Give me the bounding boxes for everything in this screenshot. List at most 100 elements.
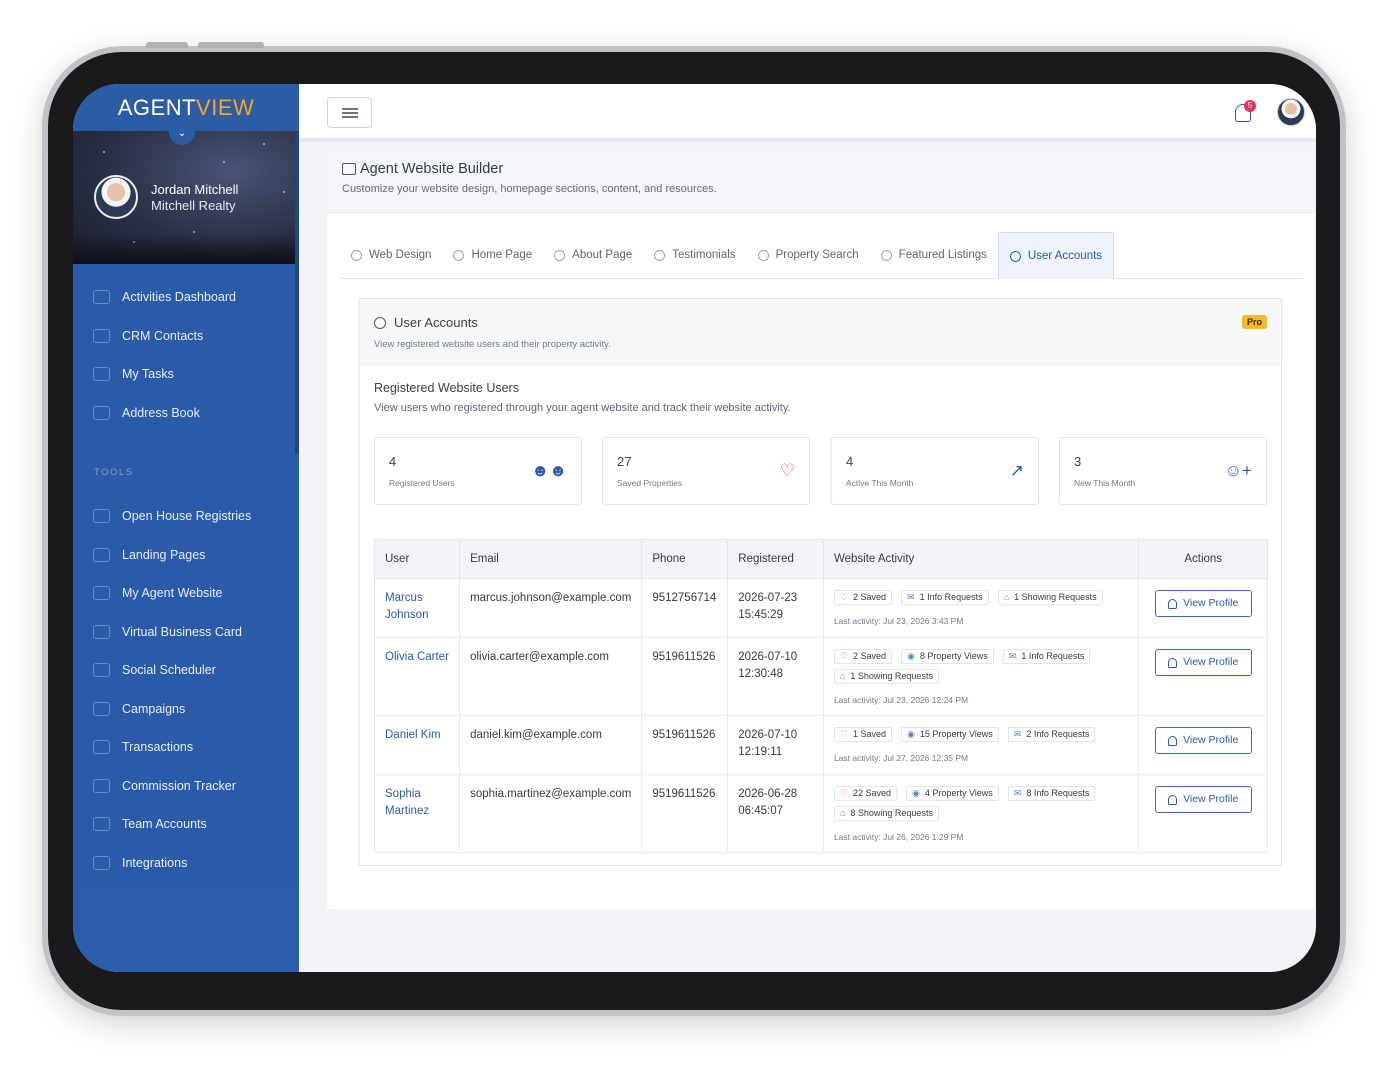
- sidebar-item-team-accounts[interactable]: Team Accounts: [73, 805, 299, 844]
- page-title-text: Agent Website Builder: [360, 161, 504, 177]
- sidebar-item-campaigns[interactable]: Campaigns: [73, 690, 299, 729]
- sidebar-item-label: Activities Dashboard: [122, 290, 236, 305]
- view-profile-button[interactable]: View Profile: [1154, 786, 1252, 813]
- user-name-link[interactable]: Marcus Johnson: [374, 578, 461, 638]
- tab-user-accounts[interactable]: User Accounts: [997, 232, 1115, 279]
- sidebar-item-address-book[interactable]: Address Book: [73, 394, 299, 433]
- sidebar-item-my-tasks[interactable]: My Tasks: [73, 355, 299, 394]
- sidebar-item-label: Open House Registries: [122, 509, 252, 524]
- sidebar-item-landing-pages[interactable]: Landing Pages: [73, 536, 299, 575]
- column-header-website-activity[interactable]: Website Activity: [823, 539, 1140, 579]
- home-icon: ⌂: [1003, 592, 1010, 602]
- sidebar-item-integrations[interactable]: Integrations: [73, 844, 299, 883]
- sidebar-scrollbar[interactable]: [295, 132, 299, 454]
- user-accounts-card: User Accounts View registered website us…: [359, 298, 1282, 866]
- last-activity: Last activity: Jul 23, 2026 12:24 PM: [833, 695, 969, 705]
- tab-property-search[interactable]: Property Search: [747, 232, 870, 278]
- column-header-registered[interactable]: Registered: [727, 539, 824, 579]
- brand-logo[interactable]: AGENT VIEW: [73, 84, 299, 131]
- user-name-link[interactable]: Sophia Martinez: [374, 774, 461, 853]
- user-icon: [554, 249, 566, 261]
- chip-text: 2 Info Requests: [1026, 729, 1090, 739]
- volume-button: [146, 42, 188, 48]
- tab-testimonials[interactable]: Testimonials: [643, 232, 746, 278]
- user-icon: [654, 249, 666, 261]
- sidebar-item-commission-tracker[interactable]: Commission Tracker: [73, 767, 299, 806]
- view-profile-button[interactable]: View Profile: [1154, 590, 1252, 617]
- tab-home-page[interactable]: Home Page: [442, 232, 543, 278]
- sidebar-item-activities-dashboard[interactable]: Activities Dashboard: [73, 278, 299, 317]
- user-name-link[interactable]: Olivia Carter: [374, 637, 461, 716]
- main-content: Agent Website Builder Customize your web…: [327, 146, 1314, 909]
- view-profile-button[interactable]: View Profile: [1154, 727, 1252, 754]
- column-header-user[interactable]: User: [374, 539, 461, 579]
- last-activity: Last activity: Jul 26, 2026 1:29 PM: [833, 832, 964, 842]
- sidebar-item-social-scheduler[interactable]: Social Scheduler: [73, 651, 299, 690]
- sidebar-main-nav: Activities Dashboard CRM Contacts My Tas…: [73, 278, 299, 432]
- sidebar-item-my-agent-website[interactable]: My Agent Website: [73, 574, 299, 613]
- website-activity: ♡ 22 Saved ◉ 4 Property Views ✉ 8 Info Requ…: [823, 774, 1140, 853]
- eye-icon: ◉: [907, 729, 915, 739]
- heart-icon: ♡: [839, 592, 849, 602]
- tab-about-page[interactable]: About Page: [543, 232, 643, 278]
- table-row: Sophia Martinez sophia.martinez@example.…: [374, 774, 1268, 853]
- sidebar-item-crm-contacts[interactable]: CRM Contacts: [73, 317, 299, 356]
- mail-icon: ✉: [907, 592, 915, 602]
- last-activity: Last activity: Jul 27, 2026 12:35 PM: [833, 753, 969, 763]
- sidebar-item-label: Transactions: [122, 740, 194, 755]
- profile-banner: ⌄ Jordan Mitchell Mitchell Realty: [73, 131, 299, 264]
- column-header-phone[interactable]: Phone: [641, 539, 729, 579]
- table-header-row: User Email Phone Registered Website Acti…: [374, 539, 1268, 579]
- menu-toggle-button[interactable]: [327, 97, 372, 128]
- website-activity: ♡ 2 Saved ◉ 8 Property Views ✉ 1 Info Reque…: [823, 637, 1140, 716]
- chip-info-requests: ✉ 1 Info Requests: [1002, 649, 1091, 664]
- column-header-email[interactable]: Email: [459, 539, 643, 579]
- chip-text: 1 Showing Requests: [1014, 592, 1097, 602]
- open-house-icon: [93, 509, 110, 524]
- row-actions: View Profile: [1138, 715, 1268, 775]
- eye-icon: ◉: [907, 651, 915, 661]
- user-avatar[interactable]: [1277, 98, 1305, 126]
- tab-featured-listings[interactable]: Featured Listings: [870, 232, 998, 278]
- sidebar-item-transactions[interactable]: Transactions: [73, 728, 299, 767]
- window-icon: [342, 163, 356, 175]
- tools-section-label: TOOLS: [94, 467, 134, 478]
- chip-saved: ♡ 1 Saved: [833, 727, 893, 742]
- chip-text: 8 Info Requests: [1026, 788, 1090, 798]
- stat-registered-users: 4 Registered Users ☻☻: [374, 437, 582, 505]
- tab-label: Featured Listings: [898, 249, 987, 261]
- view-profile-button[interactable]: View Profile: [1154, 649, 1252, 676]
- registered-date: 2026-06-28: [738, 788, 798, 800]
- home-icon: ⌂: [839, 671, 846, 681]
- user-icon: [1168, 794, 1178, 805]
- stat-label: Active This Month: [846, 478, 914, 488]
- profile-company: Mitchell Realty: [151, 198, 236, 213]
- chip-showing-requests: ⌂ 8 Showing Requests: [833, 806, 939, 821]
- user-name-link[interactable]: Daniel Kim: [374, 715, 461, 775]
- user-phone: 9519611526: [641, 715, 729, 775]
- user-email: sophia.martinez@example.com: [459, 774, 643, 853]
- calendar-icon: [93, 663, 110, 678]
- table-row: Olivia Carter olivia.carter@example.com …: [374, 637, 1268, 716]
- stat-active-this-month: 4 Active This Month ↗: [831, 437, 1039, 505]
- users-icon: ☻☻: [531, 461, 567, 480]
- registered-datetime: 2026-06-28 06:45:07: [727, 774, 824, 853]
- sidebar-item-label: Commission Tracker: [122, 778, 236, 793]
- sidebar-item-label: My Agent Website: [122, 586, 223, 601]
- stat-value: 4: [846, 454, 854, 469]
- activity-chips: ♡ 22 Saved ◉ 4 Property Views ✉ 8 Info Requ…: [833, 786, 1128, 821]
- page-subtitle: Customize your website design, homepage …: [342, 183, 717, 195]
- profile-name: Jordan Mitchell: [151, 182, 239, 197]
- sidebar-item-virtual-business-card[interactable]: Virtual Business Card: [73, 613, 299, 652]
- sidebar-item-label: Virtual Business Card: [122, 624, 242, 639]
- sidebar-item-open-house-registries[interactable]: Open House Registries: [73, 497, 299, 536]
- card-header: User Accounts View registered website us…: [360, 299, 1281, 365]
- sidebar-item-label: Integrations: [122, 855, 188, 870]
- table-row: Daniel Kim daniel.kim@example.com 951961…: [374, 715, 1268, 775]
- tab-web-design[interactable]: Web Design: [340, 232, 442, 278]
- user-circle-icon: [374, 316, 386, 329]
- home-icon: ⌂: [839, 808, 846, 818]
- chevron-down-icon[interactable]: ⌄: [169, 131, 195, 145]
- business-card-icon: [93, 624, 110, 639]
- user-phone: 9519611526: [641, 774, 729, 853]
